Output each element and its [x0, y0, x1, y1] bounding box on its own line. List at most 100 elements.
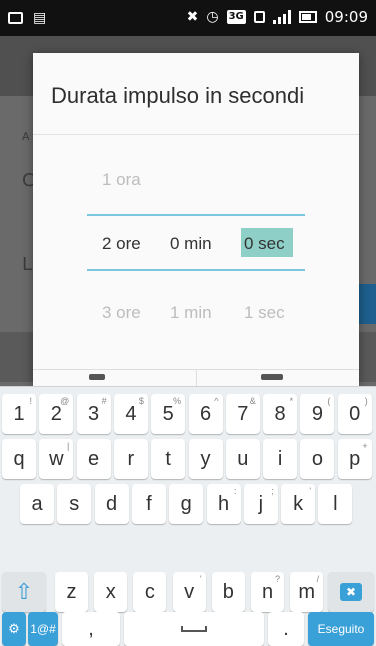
key-label: j [258, 492, 264, 515]
settings-key[interactable]: ⚙ [2, 612, 26, 646]
key-m[interactable]: m / [290, 572, 324, 612]
key-label: u [237, 447, 249, 470]
key-label: 7 [237, 402, 249, 425]
key-label: h [217, 492, 230, 515]
comma-label: , [88, 617, 94, 640]
key-hint: % [173, 396, 182, 406]
key-o[interactable]: o [300, 439, 335, 479]
shift-key[interactable]: ⇧ [2, 572, 46, 612]
key-hint: ^ [214, 396, 219, 406]
period-key[interactable]: . [268, 612, 304, 646]
key-label: k [293, 492, 304, 515]
key-v[interactable]: v ' [172, 572, 206, 612]
key-8[interactable]: 8 * [263, 394, 298, 434]
minutes-next[interactable]: 1 min [170, 303, 212, 323]
key-g[interactable]: g [169, 484, 204, 524]
key-f[interactable]: f [131, 484, 166, 524]
key-6[interactable]: 6 ^ [188, 394, 223, 434]
key-t[interactable]: t [151, 439, 186, 479]
key-k[interactable]: k ' [281, 484, 316, 524]
key-a[interactable]: a [20, 484, 54, 524]
divider [33, 134, 359, 135]
seconds-selected[interactable]: 0 sec [244, 234, 285, 254]
key-3[interactable]: 3 # [76, 394, 111, 434]
app-button [358, 284, 376, 324]
selection-line-bottom [87, 269, 305, 271]
key-p[interactable]: p + [337, 439, 372, 479]
app-fragment: L [22, 254, 33, 275]
action-divider [196, 370, 197, 386]
soft-keyboard: 1! 2 @3 #4 $5% 6 ^ 7 & 8 * 9(0) q w | e r t y u i o p + asdfgh… [0, 386, 376, 646]
dialog-title: Durata impulso in secondi [51, 83, 305, 108]
backspace-icon: ✖ [339, 583, 363, 601]
key-7[interactable]: 7 & [225, 394, 260, 434]
key-hint: @ [60, 396, 70, 406]
key-l[interactable]: l [318, 484, 353, 524]
key-label: 4 [125, 402, 137, 425]
seconds-next[interactable]: 1 sec [244, 303, 285, 323]
key-w[interactable]: w | [39, 439, 74, 479]
status-bar: ▤ ✖ ◷ 3G 09:09 [0, 0, 376, 36]
key-hint: ; [271, 486, 274, 496]
key-d[interactable]: d [94, 484, 129, 524]
key-x[interactable]: x [94, 572, 128, 612]
notification-icon: ▤ [33, 10, 47, 26]
key-0[interactable]: 0) [337, 394, 372, 434]
key-label: o [311, 447, 323, 470]
key-2[interactable]: 2 @ [39, 394, 74, 434]
key-label: b [222, 580, 234, 603]
hours-prev[interactable]: 1 ora [102, 170, 141, 190]
key-1[interactable]: 1! [2, 394, 36, 434]
key-q[interactable]: q [2, 439, 36, 479]
symbols-key[interactable]: 1@# [28, 612, 58, 646]
minutes-selected[interactable]: 0 min [170, 234, 212, 254]
app-fragment: A [22, 130, 30, 143]
key-hint: # [101, 396, 107, 406]
key-label: g [180, 492, 192, 515]
key-label: 0 [349, 402, 361, 425]
gear-icon: ⚙ [8, 621, 20, 636]
key-u[interactable]: u [225, 439, 260, 479]
key-hint: ' [199, 574, 202, 584]
key-label: w [49, 447, 64, 470]
signal-icon [272, 10, 291, 24]
backspace-key[interactable]: ✖ [328, 572, 374, 612]
hours-next[interactable]: 3 ore [102, 303, 141, 323]
key-label: n [261, 580, 274, 603]
key-hint: ) [364, 396, 368, 406]
key-hint: : [233, 486, 237, 496]
key-hint: $ [138, 396, 144, 406]
selection-line-top [87, 214, 305, 216]
key-label: t [165, 447, 171, 470]
key-s[interactable]: s [57, 484, 92, 524]
ok-button[interactable] [261, 374, 283, 380]
key-label: r [127, 447, 135, 470]
space-key[interactable] [124, 612, 264, 646]
cancel-button[interactable] [89, 374, 105, 380]
key-4[interactable]: 4 $ [113, 394, 148, 434]
network-badge: 3G [226, 10, 246, 24]
key-5[interactable]: 5% [151, 394, 186, 434]
key-z[interactable]: z [55, 572, 88, 612]
key-j[interactable]: j; [243, 484, 278, 524]
key-e[interactable]: e [76, 439, 111, 479]
hours-selected[interactable]: 2 ore [102, 234, 141, 254]
key-label: z [66, 580, 77, 603]
space-icon [181, 626, 207, 632]
sim-icon [253, 11, 265, 23]
key-r[interactable]: r [113, 439, 148, 479]
key-y[interactable]: y [188, 439, 223, 479]
key-label: s [69, 492, 80, 515]
key-b[interactable]: b [211, 572, 245, 612]
key-h[interactable]: h: [206, 484, 241, 524]
done-key[interactable]: Eseguito [308, 612, 374, 646]
key-i[interactable]: i [263, 439, 298, 479]
key-hint: ? [274, 574, 280, 584]
key-hint: ! [29, 396, 32, 406]
key-9[interactable]: 9( [300, 394, 335, 434]
key-label: p [349, 447, 361, 470]
comma-key[interactable]: , [62, 612, 120, 646]
key-label: v [184, 580, 195, 603]
key-c[interactable]: c [133, 572, 167, 612]
key-n[interactable]: n? [251, 572, 284, 612]
